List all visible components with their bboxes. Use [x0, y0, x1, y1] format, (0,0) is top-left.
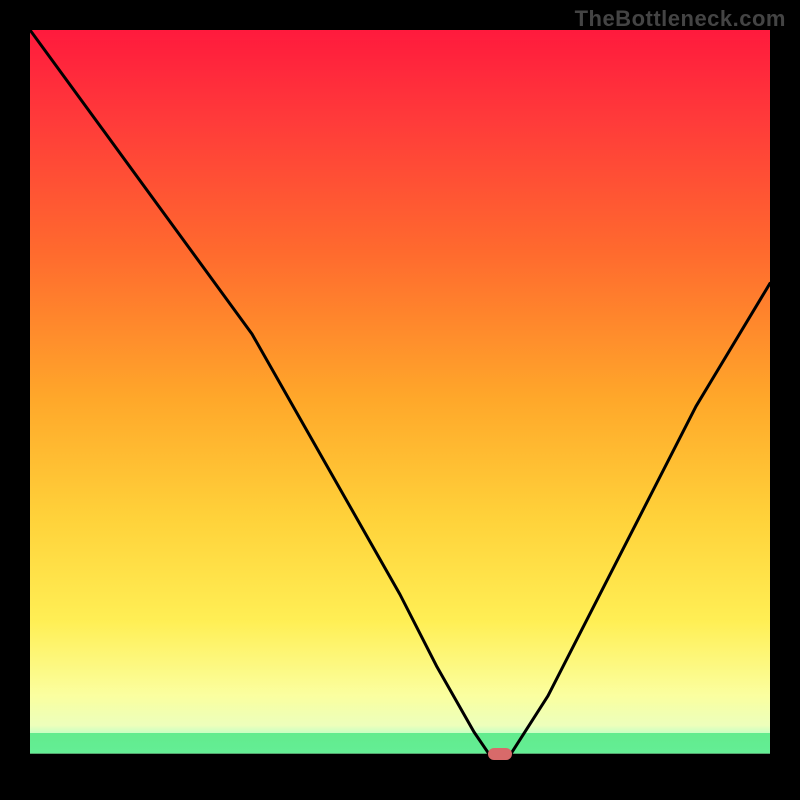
optimal-marker: [488, 748, 512, 760]
plot-area: [30, 30, 770, 770]
watermark-text: TheBottleneck.com: [575, 6, 786, 32]
bottleneck-curve: [30, 30, 770, 770]
chart-frame: TheBottleneck.com: [0, 0, 800, 800]
